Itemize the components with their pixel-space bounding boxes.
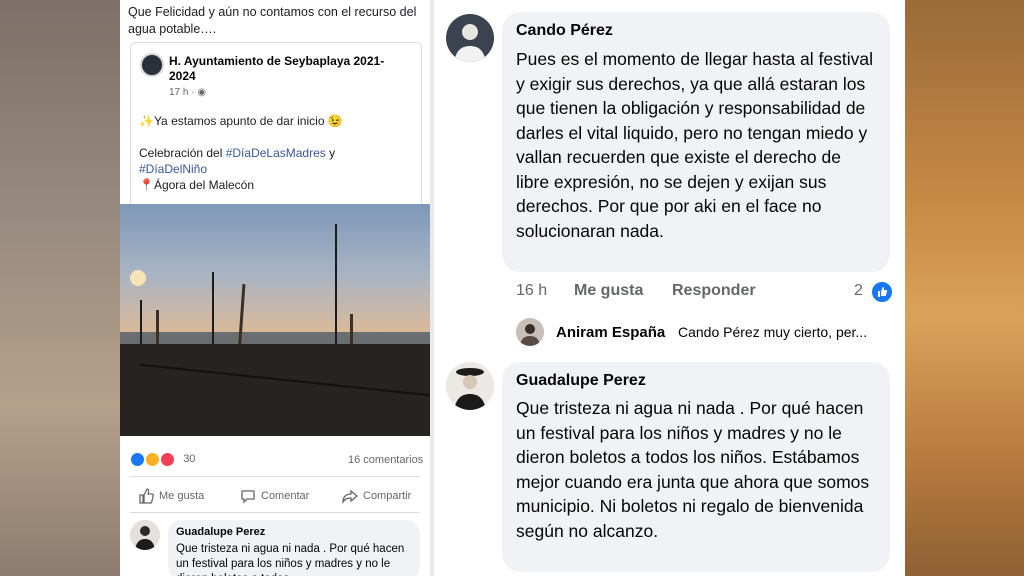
avatar-image bbox=[130, 520, 160, 550]
comment-bubble: Cando Pérez Pues es el momento de llegar… bbox=[502, 12, 890, 272]
like-button[interactable]: Me gusta bbox=[138, 488, 204, 504]
comment-text: Que tristeza ni agua ni nada . Por qué h… bbox=[176, 543, 405, 576]
place-line: 📍Ágora del Malecón bbox=[139, 178, 255, 192]
avatar[interactable] bbox=[446, 362, 494, 410]
like-reaction-icon bbox=[130, 452, 145, 467]
reactions-summary[interactable]: 30 bbox=[130, 452, 195, 467]
comment-time[interactable]: 16 h bbox=[516, 282, 547, 300]
facebook-post: Que Felicidad y aún no contamos con el r… bbox=[120, 0, 430, 576]
like-label: Me gusta bbox=[159, 490, 205, 502]
reply-author[interactable]: Aniram España bbox=[556, 324, 665, 341]
comments-count[interactable]: 16 comentarios bbox=[348, 454, 423, 466]
divider bbox=[130, 476, 420, 477]
comment-text: Que tristeza ni agua ni nada . Por qué h… bbox=[516, 398, 870, 541]
globe-icon: ◉ bbox=[197, 87, 207, 98]
comment-button[interactable]: Comentar bbox=[240, 488, 309, 504]
comment-text: Pues es el momento de llegar hasta al fe… bbox=[516, 49, 873, 241]
like-link[interactable]: Me gusta bbox=[574, 282, 643, 300]
shared-body: ✨Ya estamos apunto de dar inicio 😉 Celeb… bbox=[139, 113, 414, 193]
post-photo[interactable] bbox=[120, 204, 430, 436]
comment-icon bbox=[241, 490, 255, 504]
street-lamp bbox=[335, 224, 337, 354]
background-right bbox=[905, 0, 1024, 576]
hashtag-link[interactable]: #DíaDelNiño bbox=[139, 161, 414, 177]
avatar[interactable] bbox=[446, 14, 494, 62]
street-lamp bbox=[212, 272, 214, 352]
shared-line-1: ✨Ya estamos apunto de dar inicio 😉 bbox=[139, 114, 343, 128]
reaction-count: 30 bbox=[183, 453, 196, 466]
hashtag-link[interactable]: #DíaDeLasMadres bbox=[226, 146, 326, 160]
comment-bubble: Guadalupe Perez Que tristeza ni agua ni … bbox=[502, 362, 890, 572]
like-count: 2 bbox=[854, 282, 863, 299]
avatar[interactable] bbox=[516, 318, 544, 346]
commenter-name[interactable]: Guadalupe Perez bbox=[176, 526, 265, 538]
share-icon bbox=[342, 489, 358, 504]
line2-prefix: Celebración del bbox=[139, 146, 226, 160]
line2-suffix: y bbox=[325, 146, 336, 160]
commenter-name[interactable]: Guadalupe Perez bbox=[516, 372, 646, 390]
thumbs-up-icon bbox=[139, 488, 154, 504]
avatar-image bbox=[446, 14, 494, 62]
share-label: Compartir bbox=[363, 490, 412, 502]
sun bbox=[130, 270, 146, 286]
comment-label: Comentar bbox=[261, 490, 310, 502]
like-badge-icon bbox=[870, 280, 894, 304]
background-left bbox=[0, 0, 120, 576]
shared-line-2: Celebración del #DíaDeLasMadres y bbox=[139, 145, 414, 161]
avatar-image bbox=[516, 318, 544, 346]
share-button[interactable]: Compartir bbox=[342, 488, 411, 504]
love-reaction-icon bbox=[160, 452, 176, 467]
avatar[interactable] bbox=[130, 520, 160, 550]
page-name[interactable]: H. Ayuntamiento de Seybaplaya 2021-2024 bbox=[169, 54, 409, 84]
comment-bubble: Guadalupe Perez Que tristeza ni agua ni … bbox=[168, 520, 420, 576]
commenter-name[interactable]: Cando Pérez bbox=[516, 22, 613, 40]
page-logo[interactable] bbox=[140, 53, 164, 77]
comments-panel: Cando Pérez Pues es el momento de llegar… bbox=[434, 0, 905, 576]
haha-reaction-icon bbox=[145, 452, 161, 467]
post-time: 17 h · bbox=[169, 87, 198, 98]
reply-link[interactable]: Responder bbox=[672, 282, 756, 300]
post-text: Que Felicidad y aún no contamos con el r… bbox=[128, 5, 417, 36]
reply-preview-text[interactable]: Cando Pérez muy cierto, per... bbox=[678, 324, 867, 340]
post-timestamp[interactable]: 17 h · ◉ bbox=[169, 87, 206, 98]
divider bbox=[130, 512, 420, 513]
avatar-image bbox=[446, 362, 494, 410]
shared-post[interactable]: H. Ayuntamiento de Seybaplaya 2021-2024 … bbox=[130, 42, 422, 205]
